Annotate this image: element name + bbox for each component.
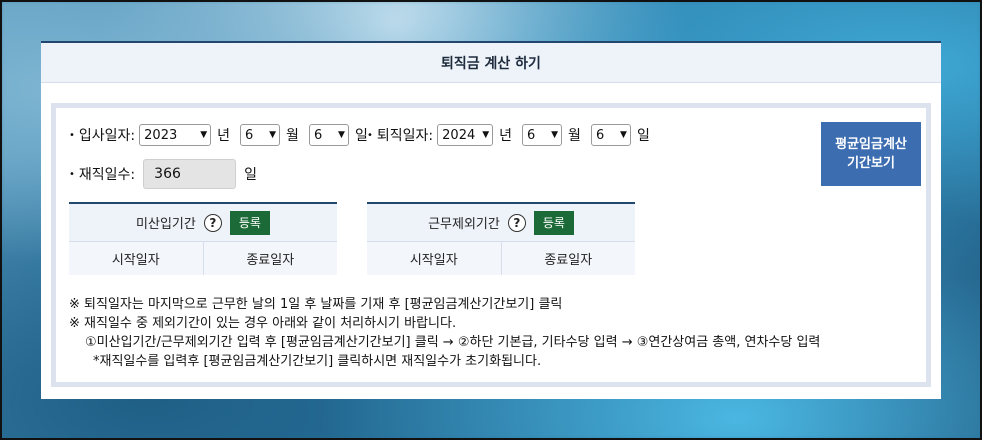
excluded-end-date-header: 종료일자: [544, 253, 593, 268]
hire-date-label: 입사일자:: [78, 128, 136, 144]
hire-day-unit: 일: [354, 128, 368, 144]
note-line: ※ 재직일수 중 제외기간이 있는 경우 아래와 같이 처리하시기 바랍니다.: [69, 316, 457, 331]
hire-day-select[interactable]: 6 ▼: [308, 124, 349, 146]
chevron-down-icon: ▼: [200, 130, 208, 140]
hire-year-select[interactable]: 2023 ▼: [139, 124, 212, 146]
retire-day-select[interactable]: 6 ▼: [590, 124, 631, 146]
note-line: ①미산입기간/근무제외기간 입력 후 [평균임금계산기간보기] 클릭 → ②하단…: [85, 335, 821, 350]
unpaid-period-box: 미산입기간 ? 등록 시작일자 종료일자: [69, 202, 337, 275]
hire-month-value: 6: [245, 127, 254, 143]
employment-days-label: 재직일수:: [78, 167, 136, 183]
page-title: 퇴직금 계산 하기: [41, 41, 941, 83]
employment-days-unit: 일: [244, 167, 258, 183]
retire-day-value: 6: [595, 127, 605, 143]
bullet-icon: •: [69, 129, 75, 141]
calculator-form: • 입사일자: 2023 ▼ 년 6 ▼ 월 6 ▼ 일 • 퇴직일자: 202…: [51, 103, 931, 387]
unpaid-period-columns: 시작일자 종료일자: [69, 242, 337, 275]
retire-date-row: • 퇴직일자: 2024 ▼ 년 6 ▼ 월 6 ▼ 일: [367, 124, 656, 146]
severance-calculator-panel: 퇴직금 계산 하기 • 입사일자: 2023 ▼ 년 6 ▼ 월 6 ▼ 일 •: [41, 41, 941, 399]
help-icon[interactable]: ?: [203, 213, 222, 232]
hire-month-select[interactable]: 6 ▼: [240, 124, 281, 146]
employment-days-input[interactable]: 366: [143, 159, 237, 189]
chevron-down-icon: ▼: [338, 130, 345, 140]
retire-year-value: 2024: [442, 127, 476, 143]
retire-date-label: 퇴직일자:: [376, 128, 434, 144]
retire-year-unit: 년: [499, 128, 513, 144]
unpaid-period-register-button[interactable]: 등록: [229, 210, 270, 235]
hire-year-value: 2023: [144, 127, 178, 143]
hire-day-value: 6: [313, 127, 323, 143]
hire-year-unit: 년: [217, 128, 231, 144]
retire-month-unit: 월: [568, 128, 581, 144]
unpaid-end-date-header: 종료일자: [246, 253, 295, 268]
excluded-period-box: 근무제외기간 ? 등록 시작일자 종료일자: [367, 202, 635, 275]
excluded-period-header: 근무제외기간 ? 등록: [367, 204, 635, 242]
retire-year-select[interactable]: 2024 ▼: [437, 124, 494, 146]
hire-date-row: • 입사일자: 2023 ▼ 년 6 ▼ 월 6 ▼ 일: [69, 124, 374, 146]
bullet-icon: •: [367, 129, 373, 141]
calc-button-line1: 평균임금계산: [835, 137, 907, 152]
chevron-down-icon: ▼: [551, 130, 559, 140]
help-icon[interactable]: ?: [507, 213, 526, 232]
excluded-period-register-button[interactable]: 등록: [533, 210, 574, 235]
employment-days-row: • 재직일수: 366 일: [69, 159, 257, 189]
calc-button-line2: 기간보기: [847, 156, 895, 171]
bullet-icon: •: [69, 168, 75, 180]
instructions: ※ 퇴직일자는 마지막으로 근무한 날의 1일 후 날짜를 기재 후 [평균임금…: [69, 295, 820, 371]
excluded-start-date-header: 시작일자: [367, 242, 502, 275]
view-average-wage-period-button[interactable]: 평균임금계산 기간보기: [821, 122, 921, 186]
hire-month-unit: 월: [286, 128, 299, 144]
unpaid-period-header: 미산입기간 ? 등록: [69, 204, 337, 242]
excluded-period-title: 근무제외기간: [428, 217, 500, 232]
retire-month-value: 6: [527, 127, 536, 143]
unpaid-start-date-header: 시작일자: [69, 242, 204, 275]
chevron-down-icon: ▼: [269, 130, 277, 140]
chevron-down-icon: ▼: [620, 130, 627, 140]
retire-month-select[interactable]: 6 ▼: [522, 124, 563, 146]
retire-day-unit: 일: [636, 128, 650, 144]
note-line: ※ 퇴직일자는 마지막으로 근무한 날의 1일 후 날짜를 기재 후 [평균임금…: [69, 297, 563, 312]
note-line: *재직일수를 입력후 [평균임금계산기간보기] 클릭하시면 재직일수가 초기화됩…: [93, 354, 542, 369]
unpaid-period-title: 미산입기간: [136, 217, 196, 232]
chevron-down-icon: ▼: [482, 130, 490, 140]
excluded-period-columns: 시작일자 종료일자: [367, 242, 635, 275]
